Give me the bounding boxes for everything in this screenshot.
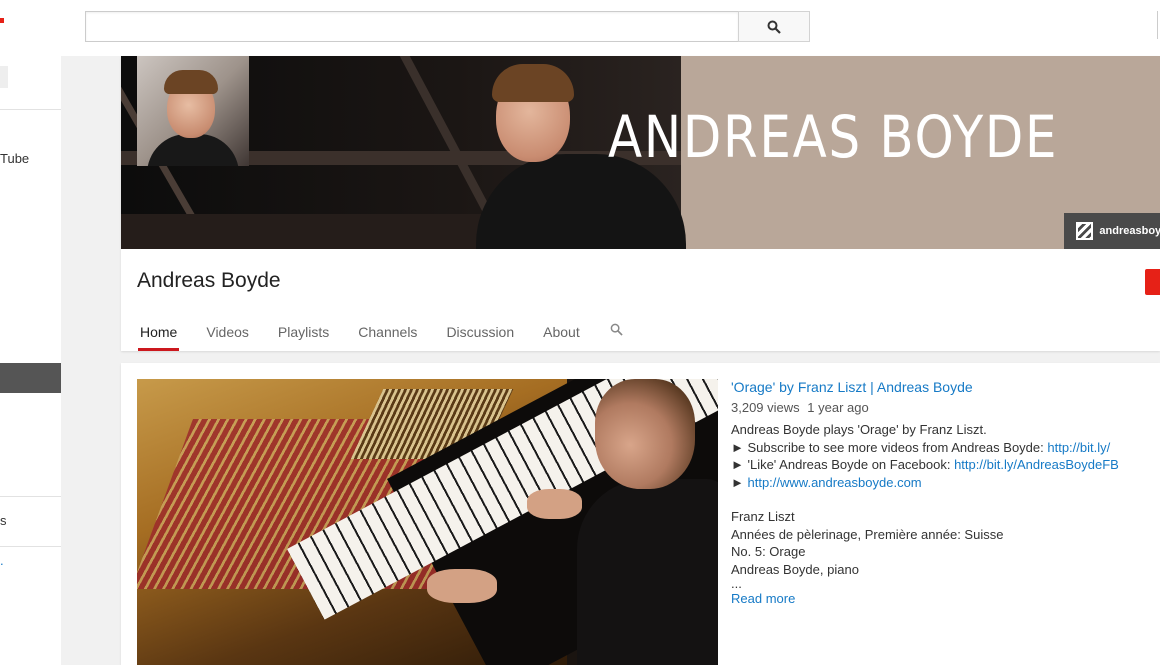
- tab-videos[interactable]: Videos: [206, 314, 249, 351]
- description-line: Andreas Boyde, piano: [731, 561, 859, 577]
- view-count: 3,209 views: [731, 400, 800, 415]
- top-bar: [0, 0, 1160, 56]
- description-ellipsis: ...: [731, 578, 742, 589]
- search-bar: [85, 11, 810, 42]
- description-line: Andreas Boyde plays 'Orage' by Franz Lis…: [731, 422, 987, 437]
- tab-channels[interactable]: Channels: [358, 314, 417, 351]
- channel-search-button[interactable]: [610, 314, 623, 351]
- channel-banner: ANDREAS BOYDE andreasboyde: [121, 56, 1160, 249]
- guide-sidebar: Tube s .: [0, 56, 61, 665]
- description-line: ► 'Like' Andreas Boyde on Facebook: http…: [731, 457, 1119, 472]
- guide-item-label[interactable]: s: [0, 513, 7, 528]
- website-link[interactable]: http://www.andreasboyde.com: [747, 475, 921, 490]
- description-line: No. 5: Orage: [731, 544, 806, 559]
- guide-item-label[interactable]: Tube: [0, 151, 29, 166]
- tab-home[interactable]: Home: [137, 314, 180, 351]
- description-line: ► http://www.andreasboyde.com: [731, 474, 922, 490]
- upload-age: 1 year ago: [807, 400, 869, 415]
- guide-divider: [0, 496, 61, 497]
- website-icon: [1076, 222, 1094, 240]
- youtube-logo-fragment[interactable]: [0, 18, 4, 23]
- channel-avatar[interactable]: [137, 56, 249, 166]
- tab-discussion[interactable]: Discussion: [446, 314, 514, 351]
- guide-icon-fragment[interactable]: [0, 66, 8, 88]
- banner-social-link[interactable]: andreasboyde: [1064, 213, 1160, 249]
- tab-playlists[interactable]: Playlists: [278, 314, 329, 351]
- description-line: ► Subscribe to see more videos from Andr…: [731, 439, 1111, 455]
- description-line: Franz Liszt: [731, 509, 795, 524]
- video-title-link[interactable]: 'Orage' by Franz Liszt | Andreas Boyde: [731, 379, 1160, 395]
- subscribe-link[interactable]: http://bit.ly/: [1047, 440, 1110, 455]
- featured-video: 'Orage' by Franz Liszt | Andreas Boyde 3…: [121, 363, 1160, 665]
- description-line: Années de pèlerinage, Première année: Su…: [731, 526, 1004, 542]
- channel-title: Andreas Boyde: [137, 269, 281, 292]
- search-button[interactable]: [738, 11, 810, 42]
- channel-tabs: Home Videos Playlists Channels Discussio…: [121, 314, 623, 351]
- banner-title: ANDREAS BOYDE: [608, 103, 1059, 171]
- tab-about[interactable]: About: [543, 314, 580, 351]
- subscribe-button[interactable]: [1145, 269, 1160, 295]
- search-icon: [610, 323, 623, 336]
- facebook-link[interactable]: http://bit.ly/AndreasBoydeFB: [954, 457, 1119, 472]
- guide-item-fragment[interactable]: .: [0, 553, 4, 568]
- video-thumbnail[interactable]: [137, 379, 718, 665]
- guide-item-active[interactable]: [0, 363, 61, 393]
- search-icon: [767, 20, 781, 34]
- banner-link-label: andreasboyde: [1099, 225, 1160, 237]
- guide-divider: [0, 109, 61, 110]
- video-info: 'Orage' by Franz Liszt | Andreas Boyde 3…: [731, 379, 1160, 606]
- search-input[interactable]: [85, 11, 738, 42]
- read-more-link[interactable]: Read more: [731, 591, 795, 606]
- video-meta: 3,209 views 1 year ago: [731, 400, 1160, 415]
- guide-divider: [0, 546, 61, 547]
- channel-header: ANDREAS BOYDE andreasboyde Andreas Boyde…: [121, 56, 1160, 351]
